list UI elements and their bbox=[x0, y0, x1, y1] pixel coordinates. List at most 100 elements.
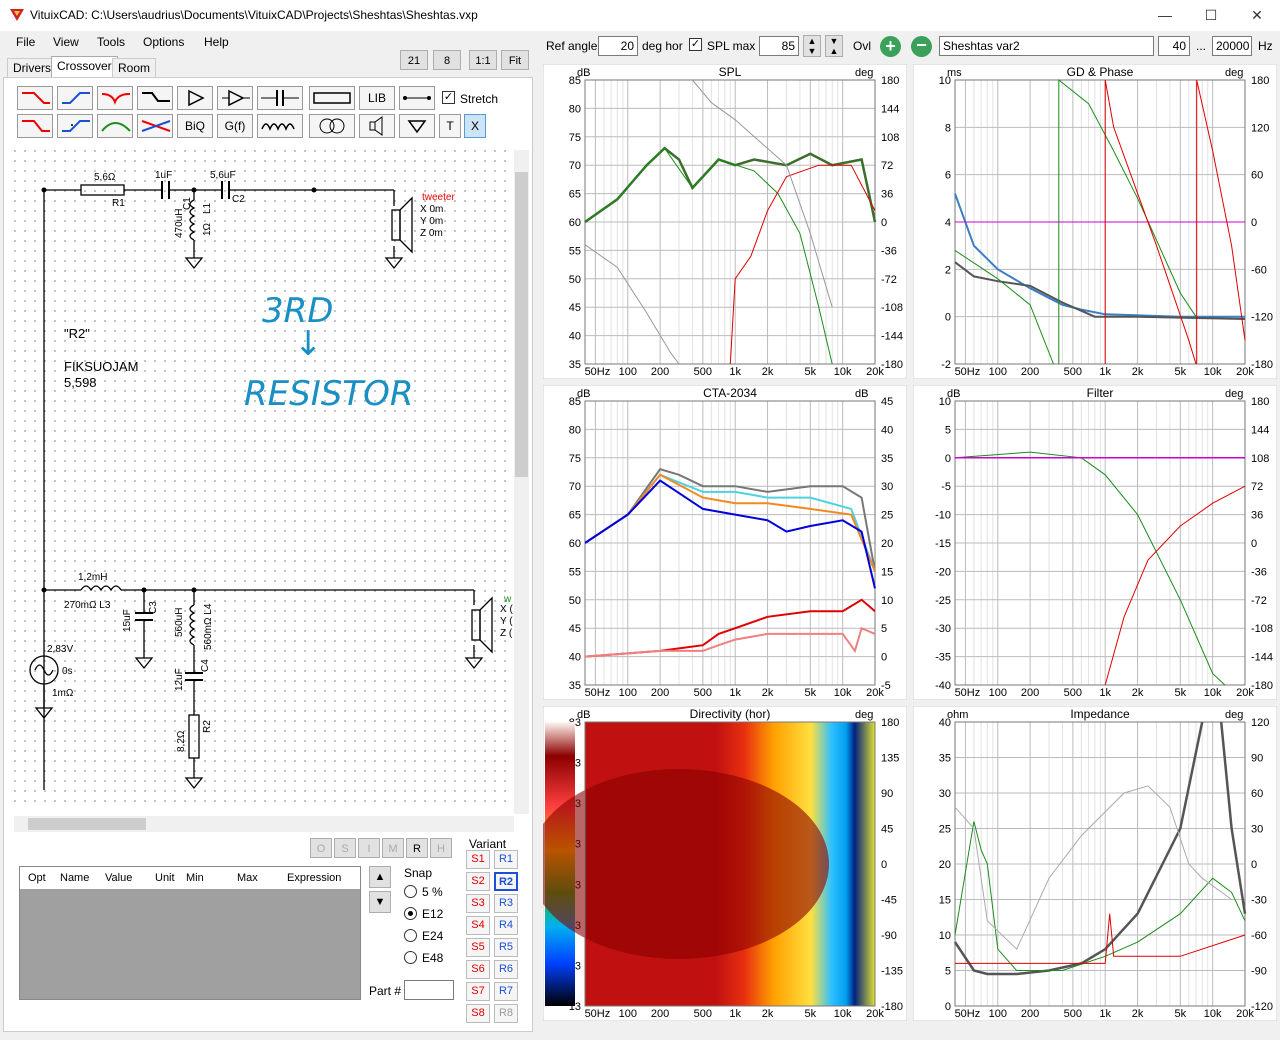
spl-updown-icon[interactable]: ▲ ▼ bbox=[803, 35, 821, 57]
variant-r7-button[interactable]: R7 bbox=[494, 982, 518, 1001]
add-overlay-icon[interactable]: + bbox=[880, 36, 901, 57]
close-button[interactable]: ✕ bbox=[1234, 0, 1280, 31]
part-number-input[interactable] bbox=[404, 980, 454, 1000]
zoom-8-button[interactable]: 8 bbox=[433, 50, 461, 70]
highpass-1st-tool[interactable] bbox=[57, 86, 93, 110]
opamp-tool[interactable] bbox=[217, 86, 253, 110]
cta-xtick: 200 bbox=[651, 687, 669, 699]
variant-r1-button[interactable]: R1 bbox=[494, 850, 518, 869]
l4-value: 560uH bbox=[174, 608, 185, 637]
resistor-tool[interactable] bbox=[309, 86, 355, 110]
snap-e24-radio[interactable] bbox=[404, 929, 417, 942]
zoom-1to1-button[interactable]: 1:1 bbox=[469, 50, 497, 70]
highpass-2nd-tool[interactable] bbox=[57, 114, 93, 138]
gd-ytick-left: 8 bbox=[945, 122, 951, 134]
shelf-tool[interactable] bbox=[137, 86, 173, 110]
zoom-21-button[interactable]: 21 bbox=[400, 50, 428, 70]
schematic-hscroll[interactable] bbox=[14, 816, 514, 832]
tab-crossover[interactable]: Crossover bbox=[51, 56, 118, 78]
delete-tool[interactable]: X bbox=[464, 114, 486, 138]
inductor-tool[interactable] bbox=[257, 114, 303, 138]
variant-s1-button[interactable]: S1 bbox=[466, 850, 490, 869]
minimize-button[interactable]: — bbox=[1142, 0, 1188, 31]
col-value: Value bbox=[105, 872, 133, 884]
capacitor-tool[interactable] bbox=[257, 86, 303, 110]
opt-h-button[interactable]: H bbox=[430, 838, 452, 858]
variant-s6-button[interactable]: S6 bbox=[466, 960, 490, 979]
snap-e12-radio[interactable] bbox=[404, 907, 417, 920]
cta-title: CTA-2034 bbox=[703, 386, 757, 400]
optimizer-table[interactable]: Opt Name Value Unit Min Max Expression bbox=[19, 866, 361, 1000]
transformer-tool[interactable] bbox=[309, 114, 355, 138]
opt-m-button[interactable]: M bbox=[382, 838, 404, 858]
spl-right-unit: deg bbox=[855, 67, 873, 79]
gf-tool[interactable]: G(f) bbox=[217, 114, 253, 138]
tab-room[interactable]: Room bbox=[112, 58, 157, 78]
allpass-tool[interactable] bbox=[137, 114, 173, 138]
menu-file[interactable]: File bbox=[16, 35, 35, 49]
variant-name-input[interactable]: Sheshtas var2 bbox=[939, 36, 1154, 56]
r1-name: R1 bbox=[112, 198, 125, 209]
filter-title: Filter bbox=[1087, 386, 1114, 400]
snap-e48-radio[interactable] bbox=[404, 951, 417, 964]
tab-drivers[interactable]: Drivers bbox=[7, 58, 57, 78]
spl-max-checkbox[interactable]: ✓ bbox=[689, 38, 702, 51]
lowpass-1st-tool[interactable] bbox=[17, 86, 53, 110]
chart-directivity[interactable]: 837363534333231318013590450-45-90-135-18… bbox=[543, 706, 907, 1021]
filter-ytick-right: 108 bbox=[1251, 453, 1269, 465]
text-tool[interactable]: T bbox=[439, 114, 461, 138]
remove-overlay-icon[interactable]: − bbox=[911, 36, 932, 57]
variant-r8-button[interactable]: R8 bbox=[494, 1004, 518, 1023]
move-up-button[interactable]: ▲ bbox=[369, 866, 391, 888]
imp-ytick-left: 10 bbox=[939, 930, 951, 942]
buffer-tool[interactable] bbox=[177, 86, 213, 110]
spl-expand-icon[interactable]: ▼ ▲ bbox=[825, 35, 843, 57]
move-down-button[interactable]: ▼ bbox=[369, 891, 391, 913]
chart-filter[interactable]: 1050-5-10-15-20-25-30-35-401801441087236… bbox=[913, 385, 1277, 700]
chart-cta2034[interactable]: 8580757065605550454035454035302520151050… bbox=[543, 385, 907, 700]
chart-impedance[interactable]: 40353025201510501209060300-30-60-90-1205… bbox=[913, 706, 1277, 1021]
schematic-vscroll[interactable] bbox=[514, 150, 529, 814]
variant-s3-button[interactable]: S3 bbox=[466, 894, 490, 913]
peak-tool[interactable] bbox=[97, 114, 133, 138]
variant-s4-button[interactable]: S4 bbox=[466, 916, 490, 935]
menu-help[interactable]: Help bbox=[204, 35, 229, 49]
cta-ytick-right: 20 bbox=[881, 538, 893, 550]
filter-ytick-left: 0 bbox=[945, 453, 951, 465]
stretch-checkbox[interactable]: ✓ bbox=[442, 91, 455, 104]
spl-max-input[interactable]: 85 bbox=[759, 36, 799, 56]
variant-r6-button[interactable]: R6 bbox=[494, 960, 518, 979]
maximize-button[interactable]: ☐ bbox=[1188, 0, 1234, 31]
schematic-canvas[interactable]: 5,6Ω R1 1uF 5,6uF C2 470uH C1 L1 1Ω twee… bbox=[14, 150, 514, 810]
opt-r-button[interactable]: R bbox=[406, 838, 428, 858]
variant-r2-button[interactable]: R2 bbox=[494, 872, 518, 891]
zoom-fit-button[interactable]: Fit bbox=[501, 50, 529, 70]
opt-i-button[interactable]: I bbox=[358, 838, 380, 858]
variant-s8-button[interactable]: S8 bbox=[466, 1004, 490, 1023]
variant-s5-button[interactable]: S5 bbox=[466, 938, 490, 957]
variant-r3-button[interactable]: R3 bbox=[494, 894, 518, 913]
library-button[interactable]: LIB bbox=[359, 86, 395, 110]
freq-to-input[interactable]: 20000 bbox=[1212, 36, 1252, 56]
variant-s7-button[interactable]: S7 bbox=[466, 982, 490, 1001]
menu-options[interactable]: Options bbox=[143, 35, 184, 49]
menu-tools[interactable]: Tools bbox=[97, 35, 125, 49]
variant-r4-button[interactable]: R4 bbox=[494, 916, 518, 935]
lowpass-2nd-tool[interactable] bbox=[17, 114, 53, 138]
opt-o-button[interactable]: O bbox=[310, 838, 332, 858]
ground-tool[interactable] bbox=[399, 114, 435, 138]
variant-s2-button[interactable]: S2 bbox=[466, 872, 490, 891]
biquad-tool[interactable]: BiQ bbox=[177, 114, 213, 138]
notch-tool[interactable] bbox=[97, 86, 133, 110]
chart-gd-phase[interactable]: 1086420-2180120600-60-120-18050Hz 100 200 5… bbox=[913, 64, 1277, 379]
wire-tool[interactable] bbox=[399, 86, 435, 110]
freq-from-input[interactable]: 40 bbox=[1158, 36, 1190, 56]
menu-view[interactable]: View bbox=[53, 35, 79, 49]
variant-r5-button[interactable]: R5 bbox=[494, 938, 518, 957]
driver-tool[interactable] bbox=[359, 114, 395, 138]
chart-spl[interactable]: 858075706560555045403518014410872360-36-… bbox=[543, 64, 907, 379]
snap-5pct-radio[interactable] bbox=[404, 885, 417, 898]
opt-s-button[interactable]: S bbox=[334, 838, 356, 858]
ref-angle-input[interactable]: 20 bbox=[598, 36, 638, 56]
snap-5pct-label: 5 % bbox=[422, 885, 443, 899]
